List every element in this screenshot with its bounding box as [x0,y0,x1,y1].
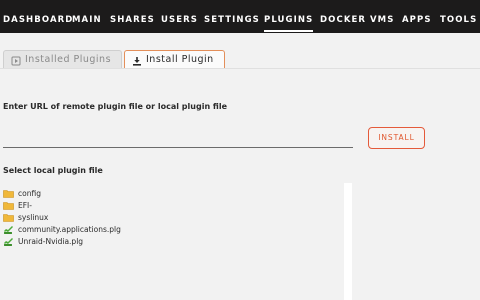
nav-apps[interactable]: APPS [402,0,432,33]
folder-icon [3,189,14,200]
local-file-label: Select local plugin file [3,166,103,175]
tree-item-name: community.applications.plg [18,225,121,234]
download-icon [132,55,142,73]
nav-plugins[interactable]: PLUGINS [264,0,314,33]
install-button[interactable]: INSTALL [368,127,425,149]
plugin-file-icon [3,225,14,237]
tab-installed-plugins[interactable]: Installed Plugins [3,50,122,69]
tree-item-name: EFI- [18,201,32,210]
nav-main[interactable]: MAIN [72,0,102,33]
folder-icon [3,201,14,212]
nav-settings[interactable]: SETTINGS [204,0,260,33]
top-navigation: DASHBOARD MAIN SHARES USERS SETTINGS PLU… [0,0,480,33]
nav-docker[interactable]: DOCKER [320,0,366,33]
folder-icon [3,213,14,224]
nav-dashboard[interactable]: DASHBOARD [3,0,73,33]
local-file-tree: config EFI- syslinux community.applicati… [0,183,352,300]
tree-item-name: Unraid-Nvidia.plg [18,237,84,246]
nav-shares[interactable]: SHARES [110,0,155,33]
plugin-url-input[interactable] [3,124,353,148]
tab-divider [0,68,480,69]
url-field-label: Enter URL of remote plugin file or local… [3,102,228,111]
tab-label: Installed Plugins [25,54,112,65]
tab-install-plugin[interactable]: Install Plugin [124,50,225,69]
tab-label: Install Plugin [146,54,214,65]
nav-vms[interactable]: VMS [370,0,394,33]
plugin-file-icon [3,237,14,249]
file-tree-scrollbar[interactable] [344,183,352,300]
tree-item-name: config [18,189,41,198]
nav-users[interactable]: USERS [161,0,198,33]
nav-tools[interactable]: TOOLS [440,0,477,33]
tree-item-name: syslinux [18,213,49,222]
plugin-icon [11,55,21,73]
